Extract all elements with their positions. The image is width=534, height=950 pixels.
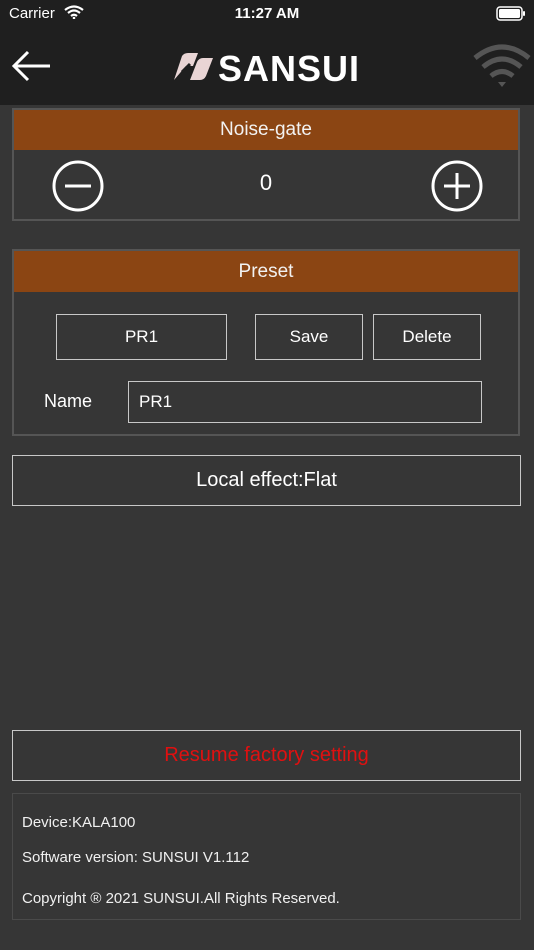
- delete-button[interactable]: Delete: [373, 314, 481, 360]
- plus-circle-icon: [431, 160, 483, 212]
- battery-icon: [496, 6, 526, 25]
- name-label: Name: [44, 391, 93, 411]
- status-bar: Carrier 11:27 AM: [0, 0, 534, 28]
- logo-mark-icon: [174, 53, 213, 80]
- local-effect-button[interactable]: Local effect:Flat: [12, 455, 521, 506]
- preset-panel: Preset PR1 Save Delete Name: [12, 249, 520, 436]
- wifi-icon[interactable]: [472, 42, 532, 95]
- copyright-label: Copyright ® 2021 SUNSUI.All Rights Reser…: [22, 890, 340, 907]
- noise-gate-title: Noise-gate: [14, 110, 518, 150]
- resume-factory-button[interactable]: Resume factory setting: [12, 730, 521, 781]
- device-info-box: Device:KALA100 Software version: SUNSUI …: [12, 793, 521, 920]
- clock: 11:27 AM: [234, 5, 300, 22]
- preset-name-input[interactable]: [128, 381, 482, 423]
- back-arrow-icon[interactable]: [10, 48, 54, 88]
- device-label: Device:KALA100: [22, 814, 136, 831]
- sansui-logo: SANSUI: [168, 48, 368, 89]
- software-version-label: Software version: SUNSUI V1.112: [22, 849, 250, 866]
- increase-button[interactable]: [431, 160, 483, 212]
- brand-name: SANSUI: [218, 48, 361, 89]
- noise-gate-panel: Noise-gate 0: [12, 108, 520, 221]
- save-button[interactable]: Save: [255, 314, 363, 360]
- preset-select-button[interactable]: PR1: [56, 314, 227, 360]
- preset-title: Preset: [14, 251, 518, 292]
- nav-bar: SANSUI: [0, 28, 534, 105]
